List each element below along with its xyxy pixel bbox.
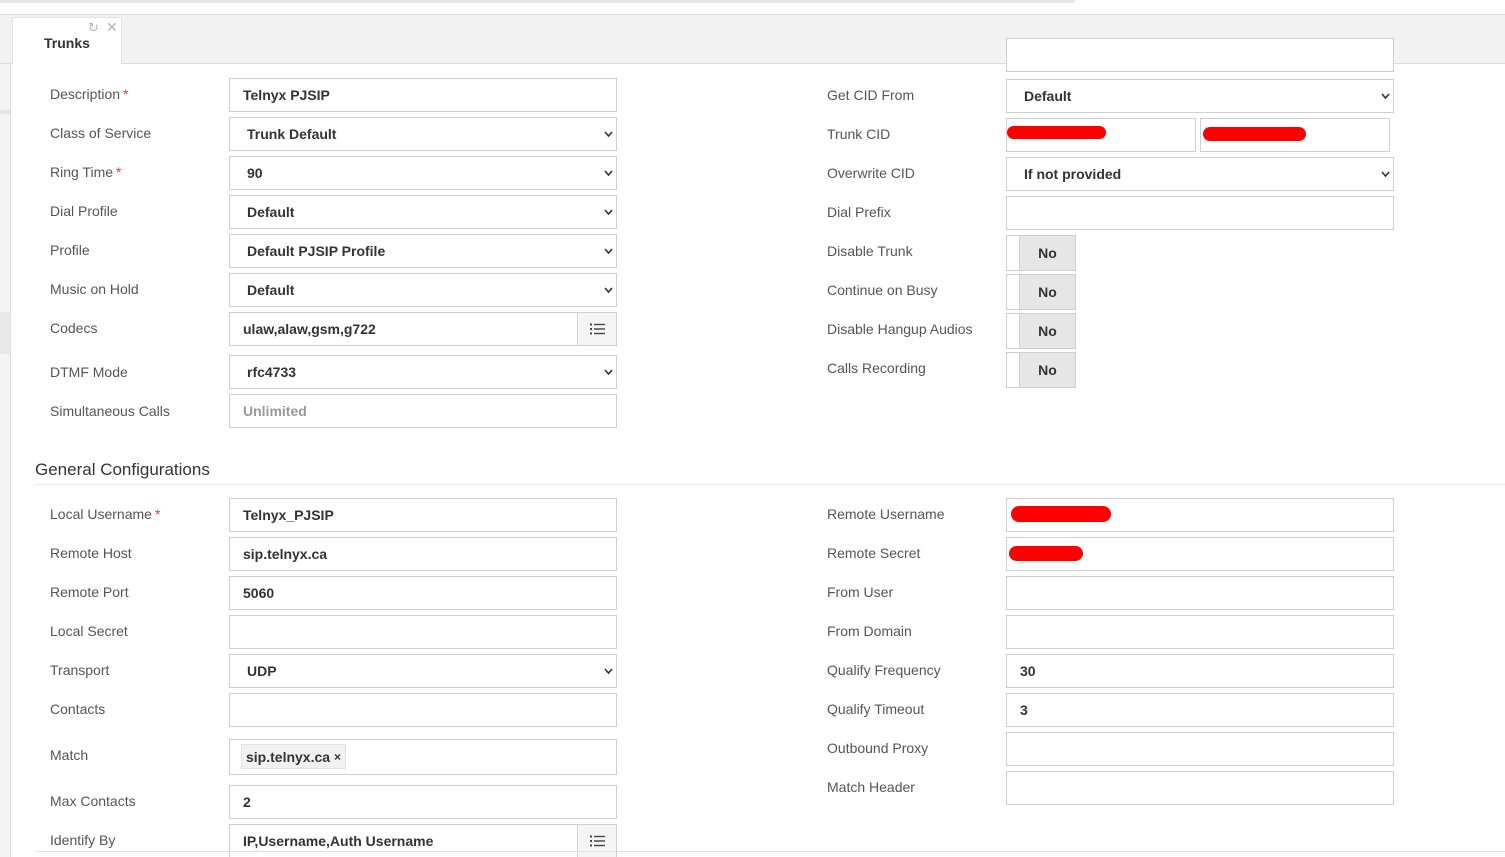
chevron-down-icon xyxy=(604,368,613,376)
list-icon xyxy=(590,835,605,847)
codecs-picker-button[interactable] xyxy=(577,313,616,345)
disable-trunk-toggle[interactable]: No xyxy=(1006,235,1076,271)
tab-label: Trunks xyxy=(44,35,90,51)
redaction-mark xyxy=(1011,506,1111,522)
chevron-down-icon xyxy=(604,169,613,177)
profile-select[interactable]: Default PJSIP Profile xyxy=(229,234,617,268)
chevron-down-icon xyxy=(604,667,613,675)
match-tag: sip.telnyx.ca × xyxy=(241,744,347,769)
remote-port-input[interactable]: 5060 xyxy=(229,576,617,610)
footer-divider xyxy=(35,851,1505,852)
close-icon[interactable]: ✕ xyxy=(106,19,118,36)
max-contacts-input[interactable]: 2 xyxy=(229,785,617,819)
remove-tag-icon[interactable]: × xyxy=(334,750,341,764)
transport-select[interactable]: UDP xyxy=(229,654,617,688)
remote-host-input[interactable]: sip.telnyx.ca xyxy=(229,537,617,571)
qualify-frequency-input[interactable]: 30 xyxy=(1006,654,1394,688)
remote-username-label: Remote Username xyxy=(827,506,945,522)
remote-port-label: Remote Port xyxy=(50,584,129,600)
from-user-input[interactable] xyxy=(1006,576,1394,610)
chevron-down-icon xyxy=(1381,92,1390,100)
contacts-input[interactable] xyxy=(229,693,617,727)
redaction-mark xyxy=(1203,127,1306,141)
qualify-frequency-label: Qualify Frequency xyxy=(827,662,941,678)
refresh-icon[interactable]: ↻ xyxy=(88,20,99,36)
cropped-field[interactable] xyxy=(1006,38,1394,72)
chevron-down-icon xyxy=(1381,170,1390,178)
qualify-timeout-input[interactable]: 3 xyxy=(1006,693,1394,727)
list-icon xyxy=(590,323,605,335)
disable-trunk-label: Disable Trunk xyxy=(827,243,913,259)
local-username-label: Local Username * xyxy=(50,506,161,522)
contacts-label: Contacts xyxy=(50,701,106,717)
music-on-hold-label: Music on Hold xyxy=(50,281,139,297)
qualify-timeout-label: Qualify Timeout xyxy=(827,701,925,717)
overwrite-cid-select[interactable]: If not provided xyxy=(1006,157,1394,191)
from-user-label: From User xyxy=(827,584,894,600)
dial-profile-label: Dial Profile xyxy=(50,203,118,219)
identify-by-picker-button[interactable] xyxy=(577,825,616,857)
chevron-down-icon xyxy=(604,286,613,294)
calls-recording-toggle[interactable]: No xyxy=(1006,352,1076,388)
left-rail xyxy=(0,64,11,857)
dial-prefix-input[interactable] xyxy=(1006,196,1394,230)
description-label: Description * xyxy=(50,86,129,102)
continue-on-busy-label: Continue on Busy xyxy=(827,282,938,298)
tab-trunks[interactable]: ↻ ✕ Trunks xyxy=(12,17,122,64)
chevron-down-icon xyxy=(604,208,613,216)
outbound-proxy-input[interactable] xyxy=(1006,732,1394,766)
dtmf-mode-select[interactable]: rfc4733 xyxy=(229,355,617,389)
local-username-input[interactable]: Telnyx_PJSIP xyxy=(229,498,617,532)
continue-on-busy-toggle[interactable]: No xyxy=(1006,274,1076,310)
match-header-input[interactable] xyxy=(1006,771,1394,805)
ring-time-label: Ring Time * xyxy=(50,164,122,180)
simultaneous-calls-input[interactable]: Unlimited xyxy=(229,394,617,428)
disable-hangup-audios-label: Disable Hangup Audios xyxy=(827,321,973,337)
remote-host-label: Remote Host xyxy=(50,545,132,561)
match-label: Match xyxy=(50,747,89,763)
description-input[interactable]: Telnyx PJSIP xyxy=(229,78,617,112)
get-cid-from-select[interactable]: Default xyxy=(1006,79,1394,113)
max-contacts-label: Max Contacts xyxy=(50,793,136,809)
match-tag-input[interactable]: sip.telnyx.ca × xyxy=(229,739,617,775)
class-of-service-select[interactable]: Trunk Default xyxy=(229,117,617,151)
profile-label: Profile xyxy=(50,242,90,258)
dtmf-mode-label: DTMF Mode xyxy=(50,364,128,380)
remote-secret-label: Remote Secret xyxy=(827,545,921,561)
local-secret-input[interactable] xyxy=(229,615,617,649)
chevron-down-icon xyxy=(604,247,613,255)
general-configurations-heading: General Configurations xyxy=(35,460,210,479)
codecs-label: Codecs xyxy=(50,320,98,336)
section-divider xyxy=(35,484,1505,485)
class-of-service-label: Class of Service xyxy=(50,125,152,141)
from-domain-input[interactable] xyxy=(1006,615,1394,649)
chevron-down-icon xyxy=(604,130,613,138)
codecs-input[interactable]: ulaw,alaw,gsm,g722 xyxy=(229,312,617,346)
transport-label: Transport xyxy=(50,662,110,678)
outbound-proxy-label: Outbound Proxy xyxy=(827,740,929,756)
match-header-label: Match Header xyxy=(827,779,915,795)
disable-hangup-audios-toggle[interactable]: No xyxy=(1006,313,1076,349)
music-on-hold-select[interactable]: Default xyxy=(229,273,617,307)
identify-by-label: Identify By xyxy=(50,832,116,848)
local-secret-label: Local Secret xyxy=(50,623,128,639)
from-domain-label: From Domain xyxy=(827,623,912,639)
top-strip xyxy=(0,0,1505,15)
get-cid-from-label: Get CID From xyxy=(827,87,915,103)
ring-time-select[interactable]: 90 xyxy=(229,156,617,190)
simultaneous-calls-label: Simultaneous Calls xyxy=(50,403,170,419)
redaction-mark xyxy=(1009,546,1083,561)
redaction-mark xyxy=(1007,126,1106,139)
calls-recording-label: Calls Recording xyxy=(827,360,926,376)
dial-profile-select[interactable]: Default xyxy=(229,195,617,229)
identify-by-input[interactable]: IP,Username,Auth Username xyxy=(229,824,617,857)
trunk-cid-label: Trunk CID xyxy=(827,126,891,142)
horizontal-scrollbar[interactable] xyxy=(0,0,1075,3)
dial-prefix-label: Dial Prefix xyxy=(827,204,891,220)
overwrite-cid-label: Overwrite CID xyxy=(827,165,915,181)
